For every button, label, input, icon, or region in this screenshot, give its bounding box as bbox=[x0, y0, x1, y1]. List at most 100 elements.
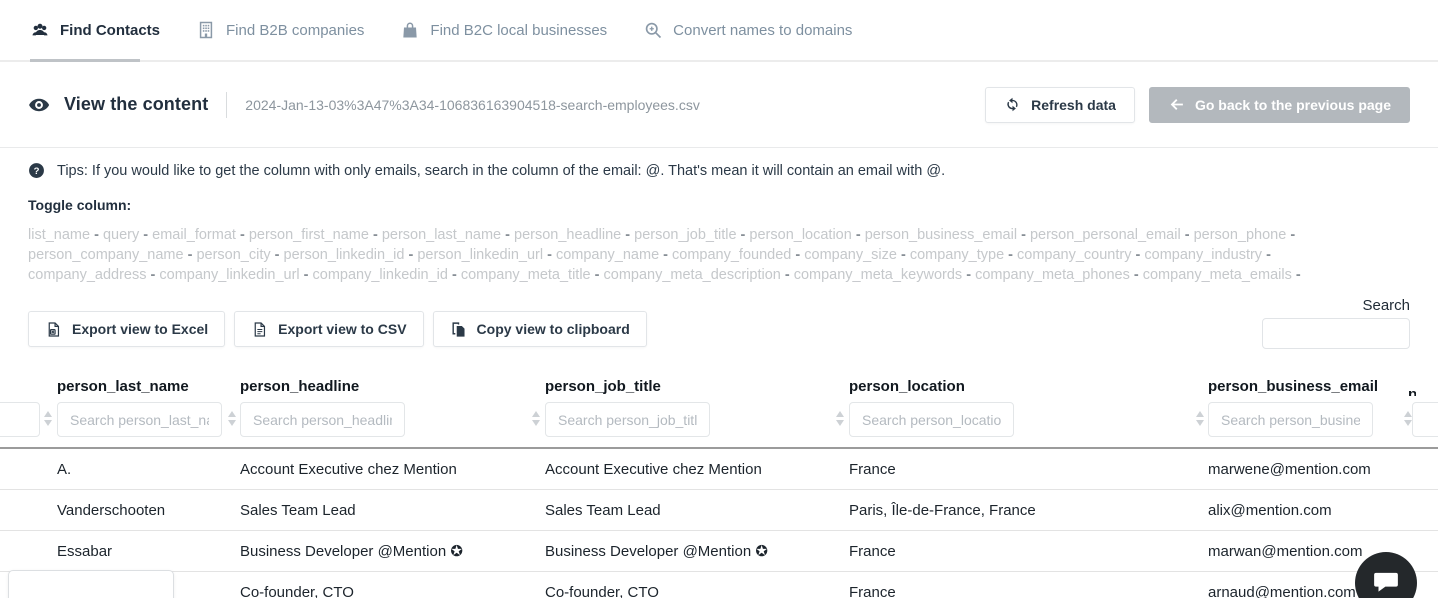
tab-label: Find B2C local businesses bbox=[430, 22, 607, 39]
svg-text:?: ? bbox=[34, 166, 40, 177]
toggle-column-company_meta_phones[interactable]: company_meta_phones bbox=[975, 267, 1130, 283]
toggle-column-person_linkedin_url[interactable]: person_linkedin_url bbox=[417, 247, 543, 263]
column-filter-input-partial-right[interactable] bbox=[1412, 402, 1438, 437]
table-cell: alix@mention.com bbox=[1208, 490, 1418, 531]
tab-find-b2c-local-businesses[interactable]: Find B2C local businesses bbox=[400, 20, 607, 40]
toggle-separator: - bbox=[139, 227, 152, 243]
sort-arrows-icon[interactable] bbox=[1196, 411, 1205, 428]
column-header-person_location[interactable]: person_location bbox=[849, 378, 965, 395]
tab-label: Find B2B companies bbox=[226, 22, 364, 39]
toggle-separator: - bbox=[897, 247, 910, 263]
column-header-person_last_name[interactable]: person_last_name bbox=[57, 378, 189, 395]
tab-find-b2b-companies[interactable]: Find B2B companies bbox=[196, 20, 364, 40]
export-excel-button[interactable]: Export view to Excel bbox=[28, 311, 225, 347]
toggle-column-person_last_name[interactable]: person_last_name bbox=[382, 227, 501, 243]
go-back-button[interactable]: Go back to the previous page bbox=[1149, 87, 1410, 123]
table-cell: Vanderschooten bbox=[57, 490, 237, 531]
table-row: EssabarBusiness Developer @Mention ✪Busi… bbox=[0, 531, 1438, 572]
column-filter-input-person_location[interactable] bbox=[849, 402, 1014, 437]
toggle-separator: - bbox=[1017, 227, 1030, 243]
toggle-column-company_meta_description[interactable]: company_meta_description bbox=[604, 267, 781, 283]
column-filter-input-person_last_name[interactable] bbox=[57, 402, 222, 437]
column-header-person_business_email[interactable]: person_business_email bbox=[1208, 378, 1378, 395]
data-table: person_last_name person_headline person_jo… bbox=[0, 370, 1438, 598]
toggle-column-person_personal_email[interactable]: person_personal_email bbox=[1030, 227, 1181, 243]
tips-text: Tips: If you would like to get the colum… bbox=[57, 163, 945, 179]
toggle-column-company_size[interactable]: company_size bbox=[804, 247, 897, 263]
tab-label: Find Contacts bbox=[60, 22, 160, 39]
table-cell: Business Developer @Mention ✪ bbox=[240, 531, 540, 572]
sort-arrows-icon[interactable] bbox=[836, 411, 845, 428]
table-body: A.Account Executive chez MentionAccount … bbox=[0, 449, 1438, 598]
table-header: person_last_name person_headline person_jo… bbox=[0, 370, 1438, 447]
tab-label: Convert names to domains bbox=[673, 22, 852, 39]
toggle-column-person_company_name[interactable]: person_company_name bbox=[28, 247, 184, 263]
global-search-input[interactable] bbox=[1262, 318, 1410, 349]
toggle-column-company_name[interactable]: company_name bbox=[556, 247, 659, 263]
column-filter-input-partial-left[interactable] bbox=[0, 402, 40, 437]
toggle-column-email_format[interactable]: email_format bbox=[152, 227, 236, 243]
toggle-separator: - bbox=[501, 227, 514, 243]
toggle-separator: - bbox=[962, 267, 975, 283]
copy-clipboard-button[interactable]: Copy view to clipboard bbox=[433, 311, 647, 347]
column-header-person_headline[interactable]: person_headline bbox=[240, 378, 359, 395]
toggle-separator: - bbox=[1131, 247, 1144, 263]
column-filter-input-person_business_email[interactable] bbox=[1208, 402, 1373, 437]
table-cell: Paris, Île-de-France, France bbox=[849, 490, 1204, 531]
toggle-column-person_city[interactable]: person_city bbox=[196, 247, 270, 263]
toolbar: Export view to Excel Export view to CSV … bbox=[28, 305, 1410, 363]
toggle-separator: - bbox=[852, 227, 865, 243]
column-filter-input-person_job_title[interactable] bbox=[545, 402, 710, 437]
toggle-column-company_address[interactable]: company_address bbox=[28, 267, 147, 283]
sort-arrows-icon[interactable] bbox=[228, 411, 237, 428]
sort-arrows-icon[interactable] bbox=[532, 411, 541, 428]
clipboard-icon bbox=[450, 321, 467, 338]
toggle-column-query[interactable]: query bbox=[103, 227, 139, 243]
toggle-column-person_headline[interactable]: person_headline bbox=[514, 227, 621, 243]
toggle-column-company_country[interactable]: company_country bbox=[1017, 247, 1131, 263]
toggle-column-person_location[interactable]: person_location bbox=[749, 227, 851, 243]
toggle-column-company_meta_title[interactable]: company_meta_title bbox=[461, 267, 591, 283]
toggle-column-company_linkedin_id[interactable]: company_linkedin_id bbox=[313, 267, 448, 283]
toggle-column-list_name[interactable]: list_name bbox=[28, 227, 90, 243]
toggle-column-person_job_title[interactable]: person_job_title bbox=[634, 227, 736, 243]
table-cell: Essabar bbox=[57, 531, 237, 572]
csv-file-icon bbox=[251, 321, 268, 338]
toggle-separator: - bbox=[1181, 227, 1194, 243]
content-area: ? Tips: If you would like to get the col… bbox=[0, 148, 1438, 363]
toggle-separator: - bbox=[300, 267, 313, 283]
toggle-column-company_type[interactable]: company_type bbox=[910, 247, 1004, 263]
page-header: View the content 2024-Jan-13-03%3A47%3A3… bbox=[0, 62, 1438, 148]
refresh-data-button[interactable]: Refresh data bbox=[985, 87, 1135, 123]
page-header-actions: Refresh data Go back to the previous pag… bbox=[985, 87, 1410, 123]
column-header-partial-right[interactable]: person_personal_email bbox=[1408, 386, 1416, 396]
toggle-separator: - bbox=[147, 267, 160, 283]
toggle-column-company_founded[interactable]: company_founded bbox=[672, 247, 791, 263]
toggle-separator: - bbox=[781, 267, 794, 283]
nav-tabs: Find Contacts Find B2B companies Find B2C … bbox=[0, 0, 1438, 60]
toggle-column-company_meta_keywords[interactable]: company_meta_keywords bbox=[794, 267, 962, 283]
tab-find-contacts[interactable]: Find Contacts bbox=[30, 20, 160, 40]
toggle-column-company_meta_emails[interactable]: company_meta_emails bbox=[1143, 267, 1292, 283]
csv-filename: 2024-Jan-13-03%3A47%3A34-106836163904518… bbox=[245, 97, 700, 113]
toggle-column-company_industry[interactable]: company_industry bbox=[1144, 247, 1262, 263]
table-cell: Sales Team Lead bbox=[545, 490, 845, 531]
toggle-column-company_linkedin_url[interactable]: company_linkedin_url bbox=[159, 267, 299, 283]
export-csv-button[interactable]: Export view to CSV bbox=[234, 311, 423, 347]
tab-convert-names-to-domains[interactable]: Convert names to domains bbox=[643, 20, 852, 40]
toggle-column-person_linkedin_id[interactable]: person_linkedin_id bbox=[284, 247, 405, 263]
column-filter-input-person_headline[interactable] bbox=[240, 402, 405, 437]
global-search: Search bbox=[1262, 297, 1410, 349]
chat-bubble-icon bbox=[1371, 566, 1401, 598]
column-header-person_job_title[interactable]: person_job_title bbox=[545, 378, 661, 395]
table-cell: Business Developer @Mention ✪ bbox=[545, 531, 845, 572]
table-cell: Account Executive chez Mention bbox=[545, 449, 845, 490]
sort-arrows-icon[interactable] bbox=[44, 411, 53, 428]
toggle-separator: - bbox=[184, 247, 197, 263]
toggle-column-person_phone[interactable]: person_phone bbox=[1194, 227, 1287, 243]
toggle-column-person_business_email[interactable]: person_business_email bbox=[865, 227, 1017, 243]
toggle-separator: - bbox=[1262, 247, 1271, 263]
toggle-column-person_first_name[interactable]: person_first_name bbox=[249, 227, 369, 243]
page-title: View the content bbox=[64, 94, 208, 115]
page-header-left: View the content 2024-Jan-13-03%3A47%3A3… bbox=[28, 92, 700, 118]
